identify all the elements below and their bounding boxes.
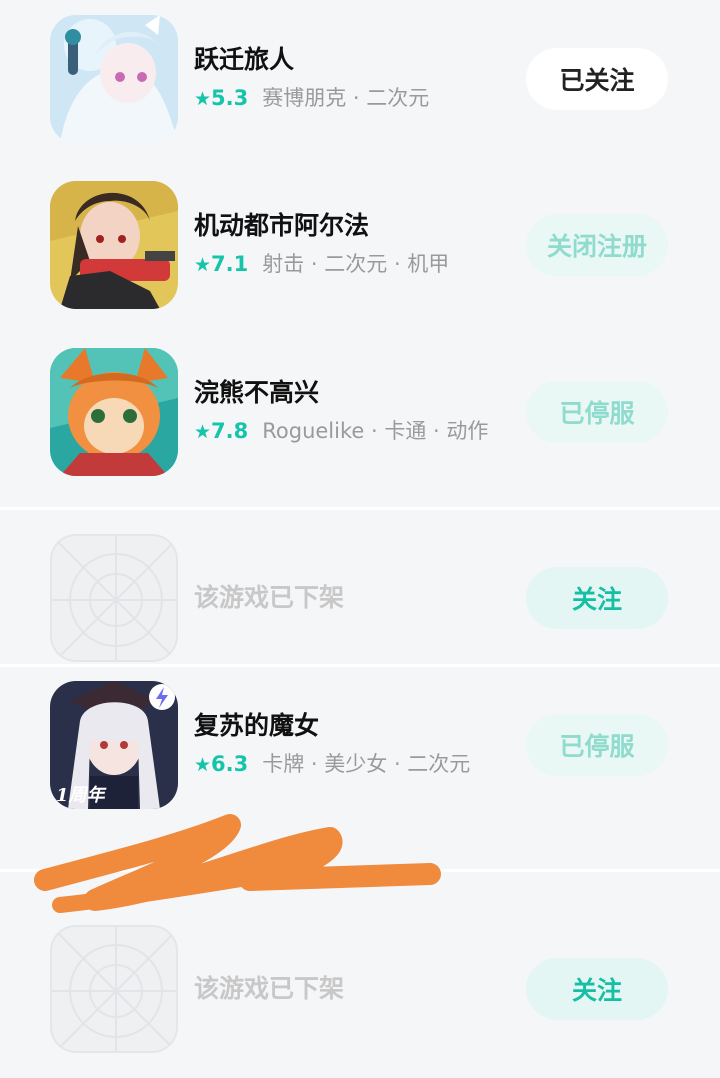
redaction-scribble	[34, 814, 441, 913]
list-item[interactable]: 机动都市阿尔法 ★7.1 射击 · 二次元 · 机甲 关闭注册	[0, 176, 720, 316]
registration-closed-button[interactable]: 关闭注册	[526, 214, 668, 276]
service-stopped-button[interactable]: 已停服	[526, 381, 668, 443]
rating-score: 6.3	[211, 752, 249, 776]
star-icon: ★	[194, 754, 212, 776]
list-item[interactable]: 1周年 复苏的魔女 ★6.3 卡牌 · 美少女 · 二次元 已停服	[0, 676, 720, 816]
removed-label: 该游戏已下架	[194, 974, 345, 1003]
game-tags: 卡牌 · 美少女 · 二次元	[262, 752, 471, 776]
game-meta: ★6.3 卡牌 · 美少女 · 二次元	[194, 751, 470, 778]
section-divider	[0, 507, 720, 510]
game-icon-yueqian[interactable]	[50, 15, 178, 143]
follow-button[interactable]: 关注	[526, 567, 668, 629]
removed-label: 该游戏已下架	[194, 583, 345, 612]
star-icon: ★	[194, 88, 212, 110]
list-item[interactable]: 浣熊不高兴 ★7.8 Roguelike · 卡通 · 动作 已停服	[0, 343, 720, 483]
game-icon-jidong[interactable]	[50, 181, 178, 309]
game-tags: Roguelike · 卡通 · 动作	[262, 419, 489, 443]
game-meta: ★5.3 赛博朋克 · 二次元	[194, 85, 429, 112]
rating-score: 7.1	[211, 252, 249, 276]
star-icon: ★	[194, 421, 212, 443]
game-meta: ★7.8 Roguelike · 卡通 · 动作	[194, 418, 488, 445]
star-icon: ★	[194, 254, 212, 276]
game-tags: 赛博朋克 · 二次元	[262, 86, 430, 110]
game-icon-huanxiong[interactable]	[50, 348, 178, 476]
service-stopped-button[interactable]: 已停服	[526, 714, 668, 776]
placeholder-icon	[50, 925, 178, 1053]
game-title: 浣熊不高兴	[194, 378, 320, 407]
list-item[interactable]: 跃迁旅人 ★5.3 赛博朋克 · 二次元 已关注	[0, 10, 720, 150]
list-item[interactable]: 该游戏已下架 关注	[0, 921, 720, 1061]
anniversary-badge: 1周年	[56, 785, 108, 806]
rating-score: 5.3	[211, 86, 249, 110]
followed-button[interactable]: 已关注	[526, 48, 668, 110]
game-meta: ★7.1 射击 · 二次元 · 机甲	[194, 251, 449, 278]
section-divider	[0, 869, 720, 872]
game-icon-fusu[interactable]: 1周年	[50, 681, 178, 809]
rating-score: 7.8	[211, 419, 249, 443]
follow-button[interactable]: 关注	[526, 958, 668, 1020]
game-title: 复苏的魔女	[194, 711, 320, 740]
game-title: 机动都市阿尔法	[194, 211, 370, 240]
placeholder-icon	[50, 534, 178, 662]
game-title: 跃迁旅人	[194, 45, 295, 74]
game-tags: 射击 · 二次元 · 机甲	[262, 252, 450, 276]
list-item[interactable]: 该游戏已下架 关注	[0, 530, 720, 670]
